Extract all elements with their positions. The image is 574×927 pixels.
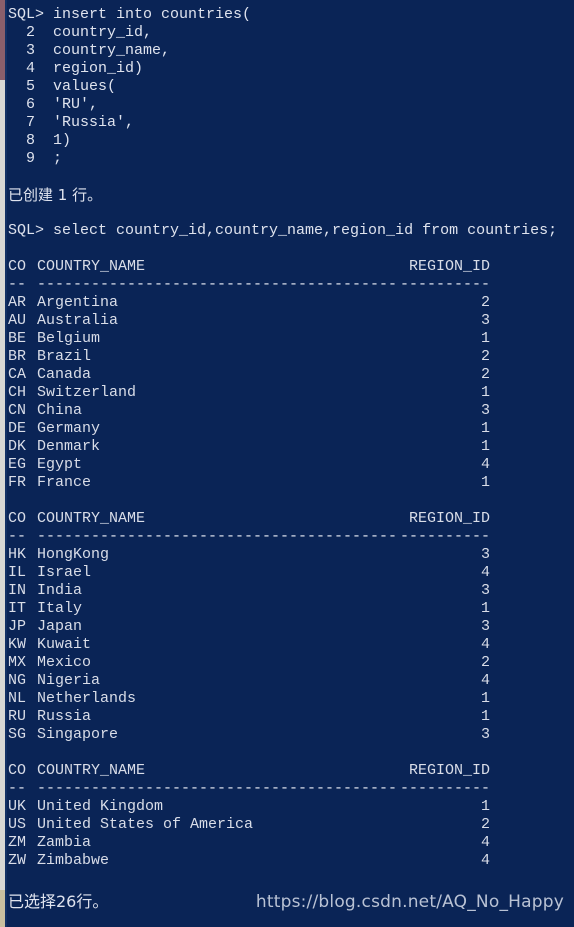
table-separator-row: -- --------------------------------------… — [8, 780, 568, 798]
separator-region-id: ---------- — [399, 780, 490, 797]
cell-region-id: 1 — [480, 330, 490, 347]
cell-region-id: 3 — [480, 312, 490, 329]
sql-continuation-line-5: 5 values( — [8, 78, 117, 95]
table-row: SG Singapore 3 — [8, 726, 568, 744]
cell-region-id: 4 — [480, 564, 490, 581]
column-header-region-id: REGION_ID — [408, 510, 490, 527]
table-row: BE Belgium 1 — [8, 330, 568, 348]
table-row: CH Switzerland 1 — [8, 384, 568, 402]
spacer-block-0 — [8, 492, 568, 510]
window-inner-border — [5, 0, 7, 927]
cell-region-id: 4 — [480, 672, 490, 689]
table-row: US United States of America 2 — [8, 816, 568, 834]
table-row: EG Egypt 4 — [8, 456, 568, 474]
table-row: RU Russia 1 — [8, 708, 568, 726]
table-row: UK United Kingdom 1 — [8, 798, 568, 816]
cell-region-id: 4 — [480, 636, 490, 653]
table-row: DE Germany 1 — [8, 420, 568, 438]
cell-region-id: 4 — [480, 834, 490, 851]
table-header-row: CO COUNTRY_NAME REGION_ID — [8, 762, 568, 780]
table-header-row: CO COUNTRY_NAME REGION_ID — [8, 510, 568, 528]
cell-region-id: 3 — [480, 582, 490, 599]
table-row: ZM Zambia 4 — [8, 834, 568, 852]
sqlplus-console[interactable]: SQL> insert into countries( 2 country_id… — [0, 0, 574, 927]
cell-region-id: 3 — [480, 402, 490, 419]
table-row: BR Brazil 2 — [8, 348, 568, 366]
cell-region-id: 2 — [480, 654, 490, 671]
table-row: HK HongKong 3 — [8, 546, 568, 564]
spacer-block-1 — [8, 744, 568, 762]
watermark-url: https://blog.csdn.net/AQ_No_Happy — [255, 892, 564, 912]
table-row: CN China 3 — [8, 402, 568, 420]
table-row: NL Netherlands 1 — [8, 690, 568, 708]
select-result-status: 已选择26行。 — [8, 892, 109, 911]
spacer-after-select — [8, 240, 568, 258]
cell-region-id: 3 — [480, 726, 490, 743]
table-row: DK Denmark 1 — [8, 438, 568, 456]
table-row: IL Israel 4 — [8, 564, 568, 582]
cell-region-id: 1 — [480, 708, 490, 725]
table-header-row: CO COUNTRY_NAME REGION_ID — [8, 258, 568, 276]
spacer-after-insert — [8, 168, 568, 186]
cell-region-id: 3 — [480, 618, 490, 635]
separator-region-id: ---------- — [399, 528, 490, 545]
column-header-region-id: REGION_ID — [408, 762, 490, 779]
console-output: SQL> insert into countries( 2 country_id… — [8, 6, 568, 870]
column-header-region-id: REGION_ID — [408, 258, 490, 275]
separator-region-id: ---------- — [399, 276, 490, 293]
sql-continuation-line-3: 3 country_name, — [8, 42, 171, 59]
cell-region-id: 2 — [480, 348, 490, 365]
table-row: CA Canada 2 — [8, 366, 568, 384]
spacer-after-insert-result — [8, 204, 568, 222]
sql-continuation-line-7: 7 'Russia', — [8, 114, 135, 131]
sql-prompt-line: SQL> insert into countries( — [8, 6, 252, 23]
cell-region-id: 1 — [480, 420, 490, 437]
table-row: KW Kuwait 4 — [8, 636, 568, 654]
insert-result-status: 已创建 1 行。 — [8, 186, 103, 204]
sql-continuation-line-6: 6 'RU', — [8, 96, 99, 113]
cell-region-id: 2 — [480, 816, 490, 833]
sql-continuation-line-2: 2 country_id, — [8, 24, 153, 41]
table-row: JP Japan 3 — [8, 618, 568, 636]
cell-region-id: 1 — [480, 600, 490, 617]
cell-region-id: 1 — [480, 438, 490, 455]
cell-region-id: 1 — [480, 798, 490, 815]
table-row: IN India 3 — [8, 582, 568, 600]
select-statement-line: SQL> select country_id,country_name,regi… — [8, 222, 558, 239]
table-row: AR Argentina 2 — [8, 294, 568, 312]
sql-continuation-line-8: 8 1) — [8, 132, 72, 149]
table-row: IT Italy 1 — [8, 600, 568, 618]
table-row: AU Australia 3 — [8, 312, 568, 330]
cell-region-id: 1 — [480, 474, 490, 491]
table-row: ZW Zimbabwe 4 — [8, 852, 568, 870]
cell-region-id: 1 — [480, 384, 490, 401]
table-separator-row: -- --------------------------------------… — [8, 528, 568, 546]
cell-region-id: 1 — [480, 690, 490, 707]
table-row: NG Nigeria 4 — [8, 672, 568, 690]
sql-continuation-line-9: 9 ; — [8, 150, 63, 167]
cell-region-id: 4 — [480, 456, 490, 473]
sql-continuation-line-4: 4 region_id) — [8, 60, 144, 77]
cell-region-id: 2 — [480, 294, 490, 311]
table-row: MX Mexico 2 — [8, 654, 568, 672]
cell-region-id: 4 — [480, 852, 490, 869]
table-separator-row: -- --------------------------------------… — [8, 276, 568, 294]
table-row: FR France 1 — [8, 474, 568, 492]
cell-region-id: 2 — [480, 366, 490, 383]
cell-region-id: 3 — [480, 546, 490, 563]
